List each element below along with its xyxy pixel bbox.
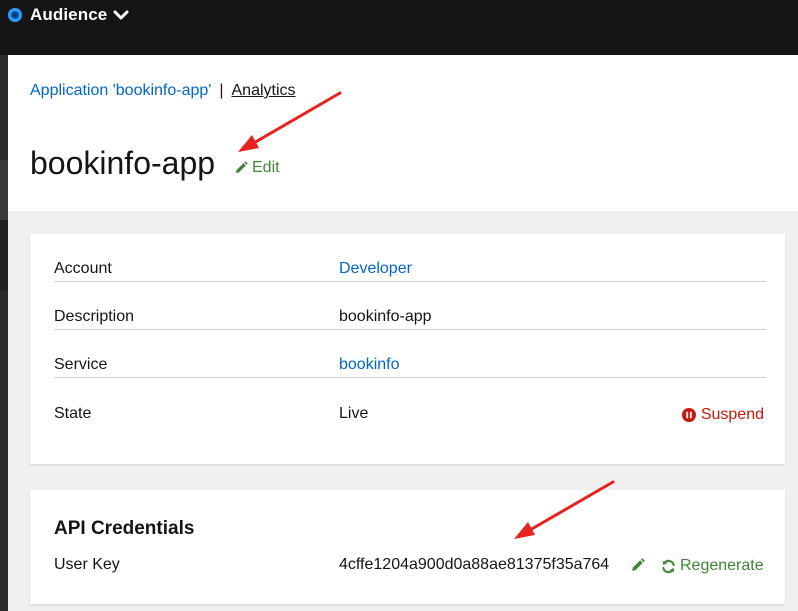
api-credentials-title: API Credentials [54, 518, 195, 539]
sidebar-edge [0, 55, 8, 611]
detail-row-account: Account Developer [54, 234, 766, 282]
suspend-button[interactable]: Suspend [681, 406, 764, 424]
state-value: Live [339, 405, 369, 422]
service-link[interactable]: bookinfo [339, 356, 400, 374]
detail-row-service: Service bookinfo [54, 330, 766, 378]
breadcrumb-analytics-link[interactable]: Analytics [232, 82, 296, 100]
context-title[interactable]: Audience [30, 5, 107, 25]
account-link[interactable]: Developer [339, 260, 412, 278]
pause-circle-icon [681, 408, 696, 422]
page-header: Application 'bookinfo-app' | Analytics b… [8, 55, 798, 211]
detail-label: State [54, 405, 92, 422]
sync-icon [662, 559, 675, 573]
chevron-down-icon[interactable] [112, 6, 130, 24]
sidebar-segment [0, 220, 8, 290]
top-navbar: Audience [0, 0, 798, 55]
sidebar-segment [0, 160, 8, 220]
description-value: bookinfo-app [339, 308, 432, 325]
detail-label: Service [54, 356, 108, 373]
api-credentials-card: API Credentials User Key 4cffe1204a900d0… [30, 490, 785, 604]
breadcrumb-application-link[interactable]: Application 'bookinfo-app' [30, 82, 211, 100]
page-title: bookinfo-app [30, 145, 216, 181]
user-key-value: 4cffe1204a900d0a88ae81375f35a764 [339, 556, 610, 573]
target-icon [8, 8, 22, 22]
suspend-label: Suspend [700, 406, 764, 423]
pencil-icon [236, 161, 248, 173]
regenerate-button[interactable]: Regenerate [661, 557, 764, 575]
application-details-card: Account Developer Description bookinfo-a… [30, 234, 785, 464]
edit-label: Edit [252, 159, 280, 176]
detail-row-description: Description bookinfo-app [54, 282, 766, 330]
detail-label: Description [54, 308, 135, 325]
breadcrumb: Application 'bookinfo-app' | Analytics [30, 82, 296, 100]
detail-row-state: State Live Suspend [54, 379, 766, 427]
user-key-label: User Key [54, 556, 120, 573]
edit-application-link[interactable]: Edit [234, 159, 280, 177]
pencil-icon[interactable] [630, 558, 645, 573]
breadcrumb-separator: | [219, 82, 224, 99]
regenerate-label: Regenerate [680, 557, 764, 574]
detail-label: Account [54, 260, 112, 277]
